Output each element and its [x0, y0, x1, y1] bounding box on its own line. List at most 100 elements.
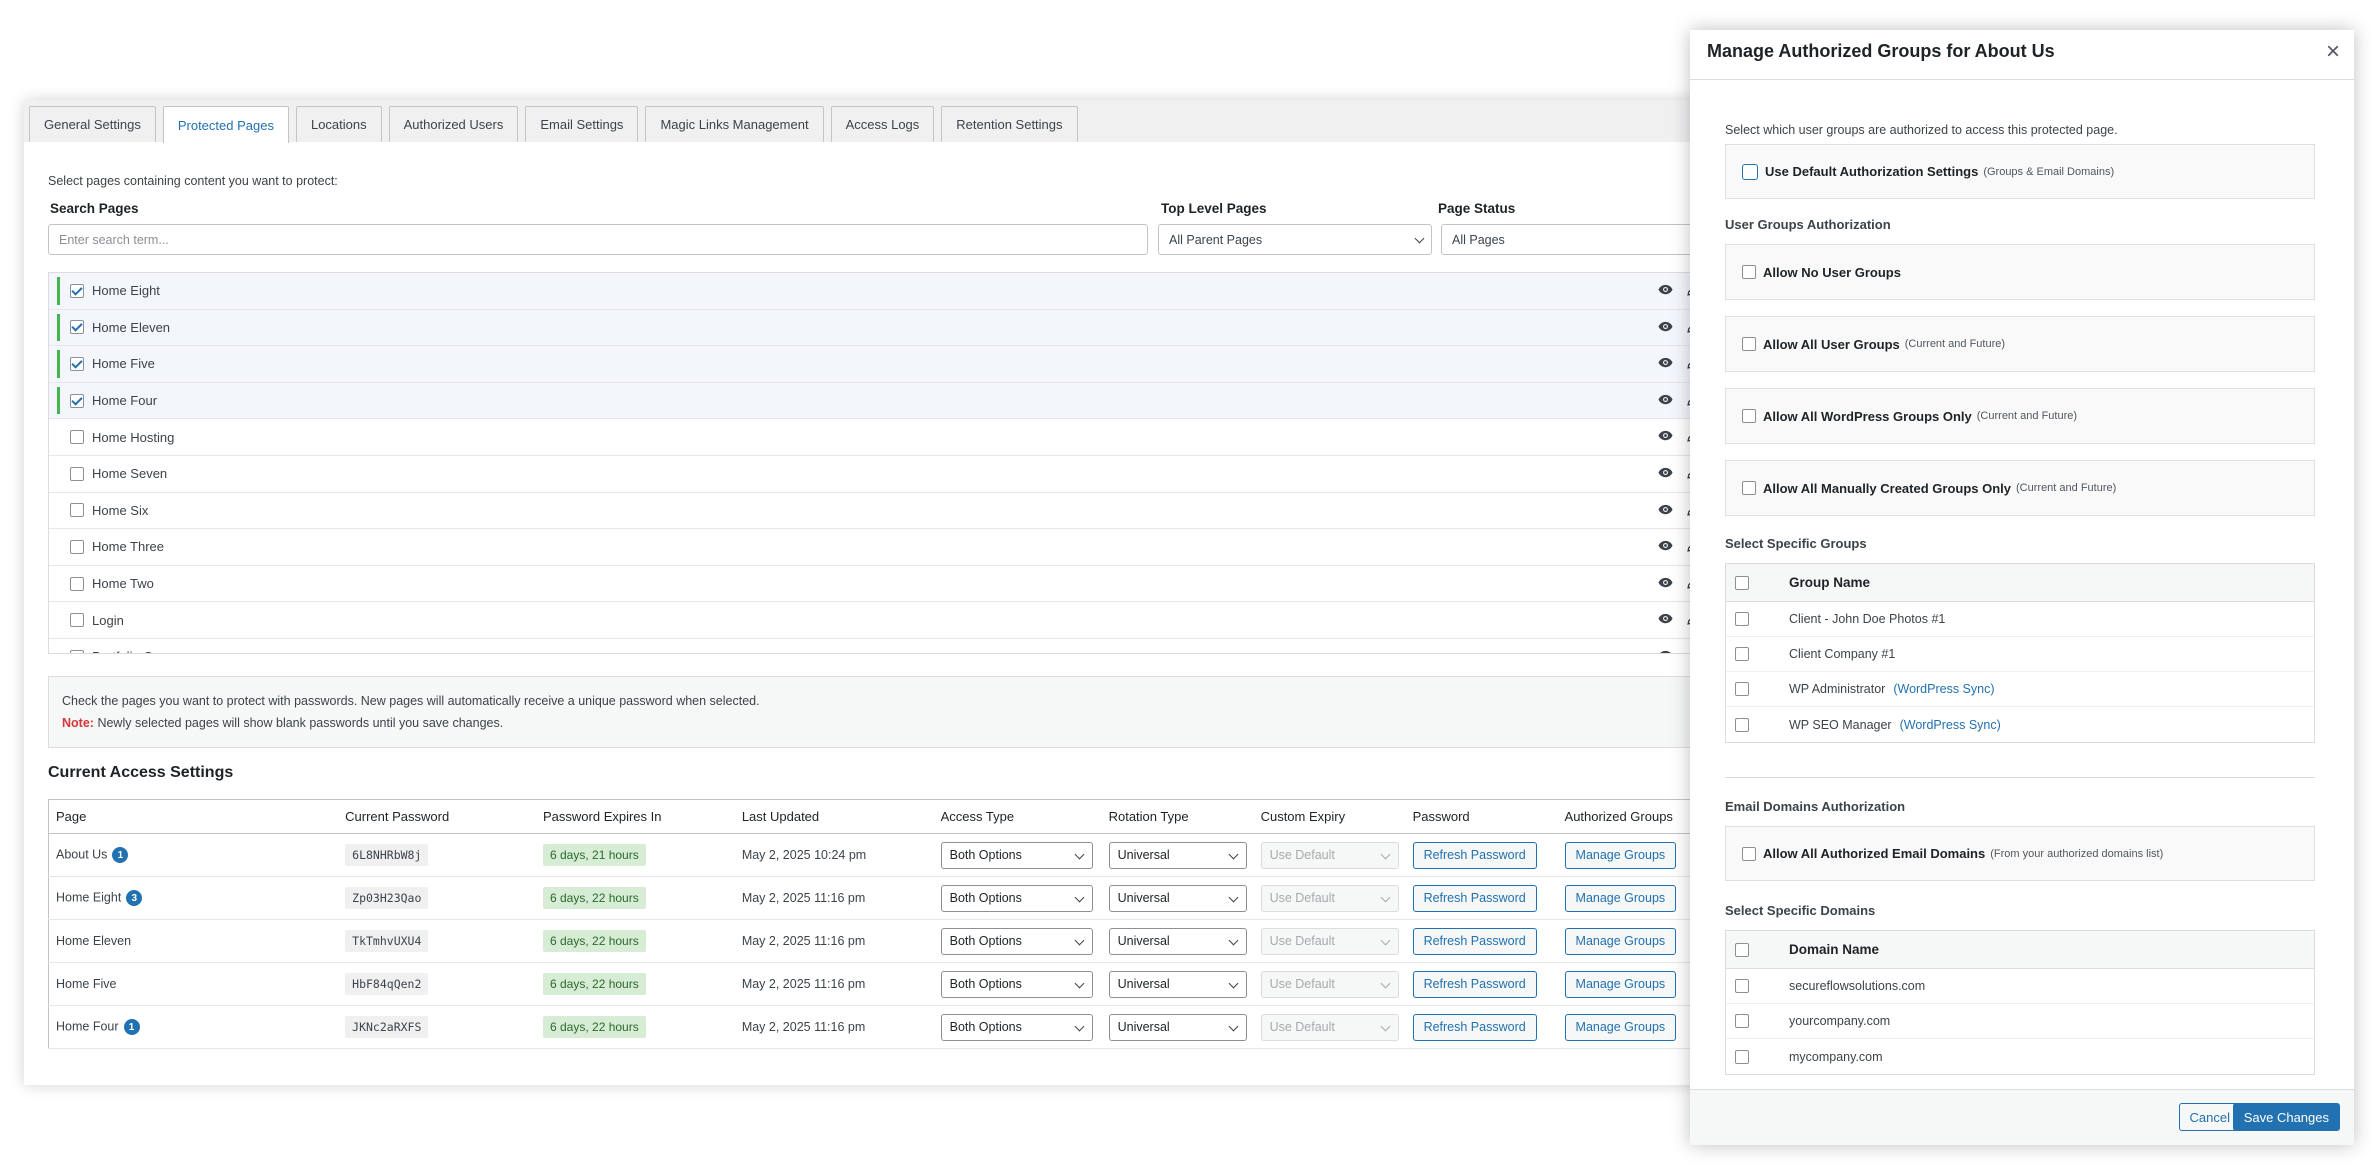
user-group-option[interactable]: Allow All Manually Created Groups Only (C…: [1725, 460, 2315, 516]
group-checkbox[interactable]: [1735, 682, 1749, 696]
access-type-select[interactable]: Both Options: [940, 841, 1093, 869]
domain-checkbox[interactable]: [1735, 1049, 1749, 1064]
user-group-option[interactable]: Allow All WordPress Groups Only (Current …: [1725, 388, 2315, 444]
top-level-pages-select[interactable]: All Parent Pages: [1158, 224, 1432, 255]
group-row[interactable]: Client Company #1: [1726, 637, 2314, 672]
close-icon[interactable]: ×: [2326, 40, 2340, 64]
rotation-type-select[interactable]: Universal: [1108, 884, 1247, 912]
rotation-type-select[interactable]: Universal: [1108, 927, 1247, 955]
select-all-domains-checkbox[interactable]: [1735, 942, 1749, 957]
group-row[interactable]: WP SEO Manager (WordPress Sync): [1726, 707, 2314, 742]
allow-all-email-domains-sub: (From your authorized domains list): [1990, 847, 2164, 860]
page-checkbox[interactable]: [70, 320, 84, 335]
view-eye-icon[interactable]: [1658, 539, 1673, 555]
view-eye-icon[interactable]: [1658, 393, 1673, 409]
page-list-item[interactable]: Home Hosting: [49, 419, 1743, 456]
page-list-item[interactable]: Home Six: [49, 493, 1743, 530]
tab-protected-pages[interactable]: Protected Pages: [162, 106, 289, 143]
domain-checkbox[interactable]: [1735, 979, 1749, 993]
domain-row[interactable]: secureflowsolutions.com: [1726, 969, 2314, 1004]
page-list-item[interactable]: Home Eight: [49, 273, 1743, 310]
cancel-button[interactable]: Cancel: [2178, 1103, 2241, 1131]
user-group-option-checkbox[interactable]: [1742, 481, 1756, 495]
default-authorization-label: Use Default Authorization Settings: [1765, 164, 1979, 179]
refresh-password-button[interactable]: Refresh Password: [1412, 1013, 1537, 1041]
domain-checkbox[interactable]: [1735, 1014, 1749, 1028]
rotation-type-select[interactable]: Universal: [1108, 841, 1247, 869]
page-list-item[interactable]: Home Two: [49, 566, 1743, 603]
page-list-item[interactable]: Home Three: [49, 529, 1743, 566]
manage-groups-button[interactable]: Manage Groups: [1564, 927, 1677, 955]
page-list-item[interactable]: Portfolio One: [49, 639, 1743, 653]
group-checkbox[interactable]: [1735, 717, 1749, 732]
refresh-password-button[interactable]: Refresh Password: [1412, 970, 1537, 998]
chevron-down-icon: [1380, 935, 1391, 945]
page-list-item[interactable]: Home Four: [49, 382, 1743, 420]
select-all-groups-checkbox[interactable]: [1735, 575, 1749, 590]
page-checkbox[interactable]: [70, 576, 84, 591]
rotation-type-select[interactable]: Universal: [1108, 970, 1247, 998]
group-checkbox[interactable]: [1735, 612, 1749, 626]
view-eye-icon[interactable]: [1658, 576, 1673, 592]
domain-row[interactable]: yourcompany.com: [1726, 1004, 2314, 1039]
allow-all-email-domains-option[interactable]: Allow All Authorized Email Domains (From…: [1725, 826, 2315, 881]
last-updated-cell: May 2, 2025 11:16 pm: [734, 919, 934, 963]
page-checkbox[interactable]: [70, 283, 84, 298]
refresh-password-button[interactable]: Refresh Password: [1412, 927, 1537, 955]
tab-general-settings[interactable]: General Settings: [29, 106, 156, 142]
user-group-option-checkbox[interactable]: [1742, 409, 1756, 423]
allow-all-email-domains-checkbox[interactable]: [1742, 846, 1756, 861]
page-checkbox[interactable]: [70, 503, 84, 518]
page-list-item[interactable]: Home Five: [49, 346, 1743, 383]
access-type-select[interactable]: Both Options: [940, 1013, 1093, 1041]
access-type-select[interactable]: Both Options: [940, 884, 1093, 912]
page-list-item[interactable]: Login: [49, 602, 1743, 639]
tab-retention-settings[interactable]: Retention Settings: [941, 106, 1078, 142]
view-eye-icon[interactable]: [1658, 283, 1673, 299]
group-row[interactable]: Client - John Doe Photos #1: [1726, 602, 2314, 637]
group-checkbox[interactable]: [1735, 647, 1749, 661]
tab-locations[interactable]: Locations: [295, 106, 382, 142]
view-eye-icon[interactable]: [1658, 649, 1673, 653]
tab-email-settings[interactable]: Email Settings: [525, 106, 639, 142]
tab-authorized-users[interactable]: Authorized Users: [388, 106, 519, 142]
page-checkbox[interactable]: [70, 393, 84, 408]
page-checkbox[interactable]: [70, 466, 84, 481]
page-checkbox[interactable]: [70, 613, 84, 628]
access-type-select[interactable]: Both Options: [940, 927, 1093, 955]
view-eye-icon[interactable]: [1658, 612, 1673, 628]
save-changes-button[interactable]: Save Changes: [2232, 1103, 2340, 1131]
last-updated: May 2, 2025 10:24 pm: [741, 848, 867, 862]
page-list-item[interactable]: Home Eleven: [49, 309, 1743, 347]
page-checkbox[interactable]: [70, 356, 84, 371]
view-eye-icon[interactable]: [1658, 320, 1673, 336]
page-list-item[interactable]: Home Seven: [49, 456, 1743, 493]
user-group-option-checkbox[interactable]: [1742, 337, 1756, 351]
page-checkbox[interactable]: [70, 649, 84, 653]
search-pages-input[interactable]: Enter search term...: [48, 224, 1148, 255]
user-group-option[interactable]: Allow All User Groups (Current and Future…: [1725, 316, 2315, 372]
view-eye-icon[interactable]: [1658, 356, 1673, 372]
view-eye-icon[interactable]: [1658, 503, 1673, 519]
rotation-type-select[interactable]: Universal: [1108, 1013, 1247, 1041]
access-type-select[interactable]: Both Options: [940, 970, 1093, 998]
tab-magic-links-management[interactable]: Magic Links Management: [645, 106, 824, 142]
manage-groups-button[interactable]: Manage Groups: [1564, 841, 1677, 869]
view-eye-icon[interactable]: [1658, 429, 1673, 445]
manage-groups-button[interactable]: Manage Groups: [1564, 970, 1677, 998]
default-authorization-checkbox[interactable]: [1742, 163, 1758, 180]
page-list[interactable]: Home Eight Home Eleven Home Five Home Four H…: [48, 272, 1744, 654]
manage-groups-button[interactable]: Manage Groups: [1564, 884, 1677, 912]
view-eye-icon[interactable]: [1658, 466, 1673, 482]
domain-row[interactable]: mycompany.com: [1726, 1039, 2314, 1074]
refresh-password-button[interactable]: Refresh Password: [1412, 884, 1537, 912]
user-group-option[interactable]: Allow No User Groups: [1725, 244, 2315, 300]
manage-groups-button[interactable]: Manage Groups: [1564, 1013, 1677, 1041]
group-row[interactable]: WP Administrator (WordPress Sync): [1726, 672, 2314, 707]
refresh-password-button[interactable]: Refresh Password: [1412, 841, 1537, 869]
page-checkbox[interactable]: [70, 430, 84, 445]
default-authorization-option[interactable]: Use Default Authorization Settings (Grou…: [1725, 144, 2315, 199]
page-checkbox[interactable]: [70, 539, 84, 554]
tab-access-logs[interactable]: Access Logs: [830, 106, 935, 142]
user-group-option-checkbox[interactable]: [1742, 265, 1756, 279]
